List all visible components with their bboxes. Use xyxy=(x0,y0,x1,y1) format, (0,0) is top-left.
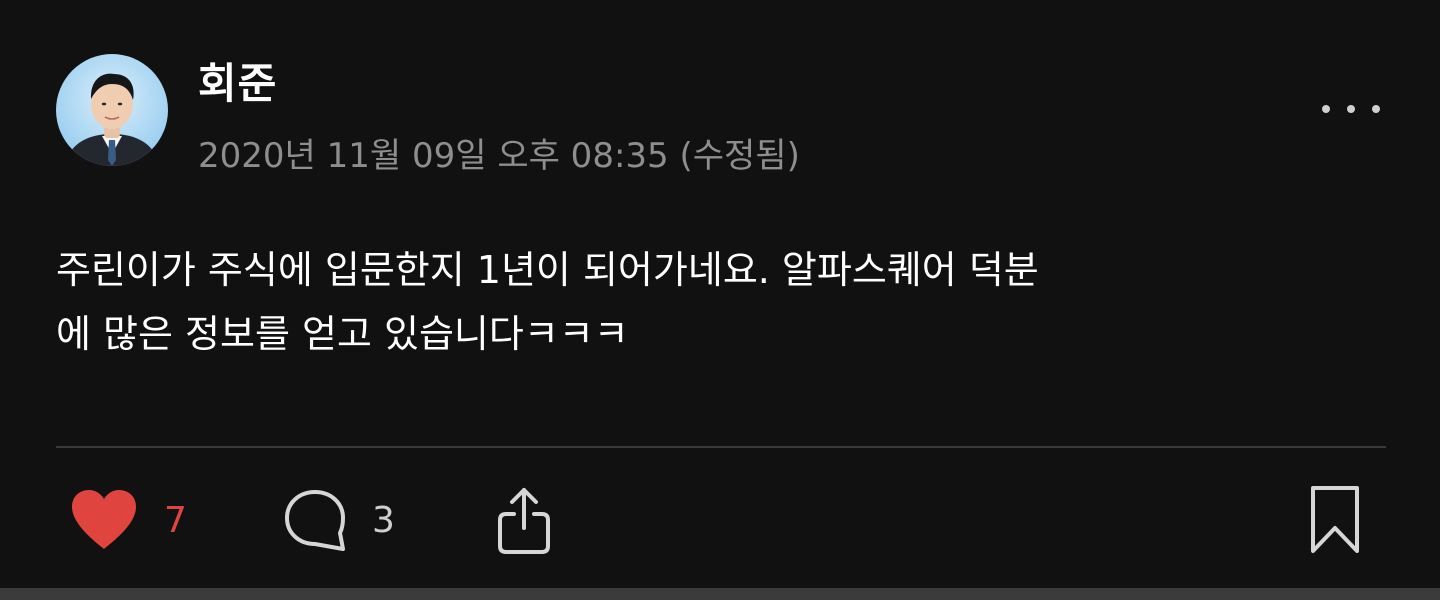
bottom-bar xyxy=(0,588,1440,600)
like-button[interactable]: 7 xyxy=(68,480,187,560)
divider xyxy=(56,446,1386,448)
more-dot-icon xyxy=(1372,105,1380,113)
like-count: 7 xyxy=(164,499,187,541)
author-avatar[interactable] xyxy=(56,54,168,166)
post-timestamp: 2020년 11월 09일 오후 08:35 (수정됨) xyxy=(198,136,800,176)
share-button[interactable] xyxy=(494,480,554,560)
share-icon xyxy=(498,488,550,554)
comment-button[interactable]: 3 xyxy=(282,480,395,560)
post-body-text: 주린이가 주식에 입문한지 1년이 되어가네요. 알파스퀘어 덕분 에 많은 정… xyxy=(56,248,1039,356)
more-dot-icon xyxy=(1347,105,1355,113)
heart-icon xyxy=(72,490,136,549)
bookmark-button[interactable] xyxy=(1306,480,1364,560)
avatar-portrait-icon xyxy=(64,73,160,166)
comment-count: 3 xyxy=(372,499,395,541)
post-card: 회준 2020년 11월 09일 오후 08:35 (수정됨) 주린이가 주식에… xyxy=(0,0,1440,588)
more-dot-icon xyxy=(1322,105,1330,113)
comment-bubble-icon xyxy=(285,490,345,551)
more-options-button[interactable] xyxy=(1318,92,1384,126)
author-name[interactable]: 회준 xyxy=(198,50,277,111)
bookmark-icon xyxy=(1311,486,1359,553)
